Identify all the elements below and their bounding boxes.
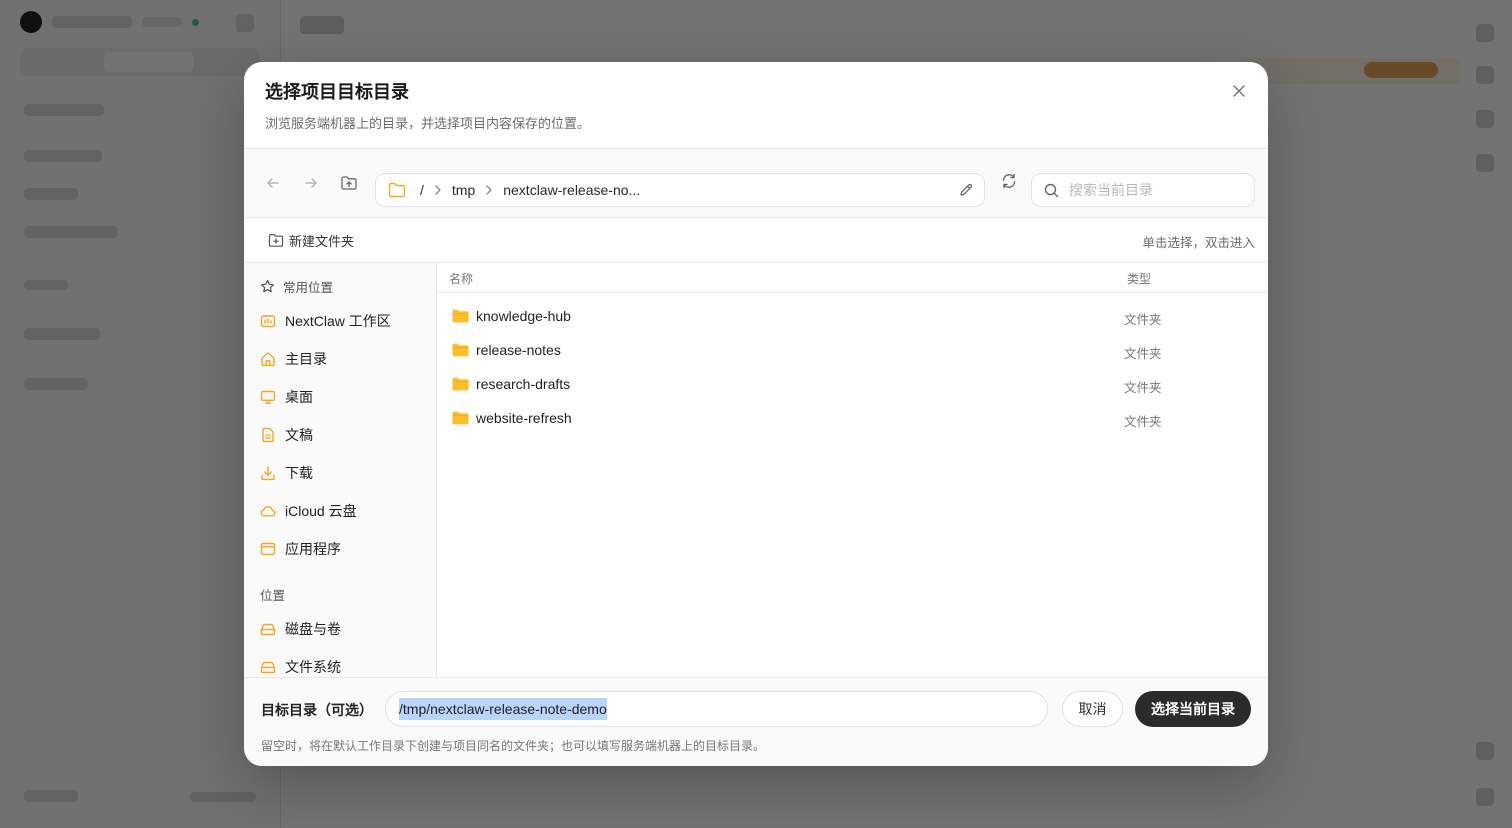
sidebar-item-label: 文件系统 (285, 659, 341, 675)
search-icon (1044, 183, 1059, 197)
desktop-icon (260, 390, 276, 404)
sidebar-item-applications[interactable]: 应用程序 (260, 536, 430, 562)
parent-folder-button[interactable] (334, 168, 364, 198)
folder-name: research-drafts (476, 376, 571, 392)
folder-name: knowledge-hub (476, 308, 571, 324)
folder-icon (388, 182, 406, 198)
folder-type: 文件夹 (1124, 313, 1162, 327)
folder-type: 文件夹 (1124, 347, 1162, 361)
list-header: 名称 类型 (437, 263, 1268, 293)
folder-plus-icon (268, 234, 284, 247)
drive-icon (260, 661, 276, 674)
dialog-header: 选择项目目标目录 浏览服务端机器上的目录，并选择项目内容保存的位置。 (244, 62, 1268, 149)
folder-type: 文件夹 (1124, 415, 1162, 429)
favorites-title: 常用位置 (283, 281, 334, 295)
forward-button[interactable] (296, 168, 326, 198)
folder-name: release-notes (476, 342, 561, 358)
select-current-directory-button[interactable]: 选择当前目录 (1135, 691, 1251, 727)
directory-list: 名称 类型 knowledge-hub 文件夹 release-notes 文件… (437, 263, 1268, 677)
breadcrumb-root[interactable]: / (420, 182, 424, 198)
close-icon (1233, 85, 1245, 97)
directory-picker-dialog: 选择项目目标目录 浏览服务端机器上的目录，并选择项目内容保存的位置。 / tmp (244, 62, 1268, 766)
arrow-right-icon (305, 178, 317, 188)
sidebar-item-desktop[interactable]: 桌面 (260, 384, 430, 410)
sidebar-item-label: 文稿 (285, 427, 313, 443)
locations-section-title: 位置 (260, 585, 285, 604)
locations-sidebar: 常用位置 NextClaw 工作区 主目录 桌面 文稿 下载 iCloud 云盘 (244, 263, 437, 677)
refresh-button[interactable] (994, 166, 1024, 196)
footer-note: 留空时，将在默认工作目录下创建与项目同名的文件夹；也可以填写服务端机器上的目标目… (261, 739, 766, 753)
applications-icon (260, 542, 276, 556)
folder-icon (452, 411, 469, 425)
drive-icon (260, 623, 276, 636)
close-button[interactable] (1230, 82, 1248, 100)
cancel-button[interactable]: 取消 (1062, 691, 1123, 727)
sidebar-item-label: 磁盘与卷 (285, 621, 341, 637)
folder-name: website-refresh (476, 410, 572, 426)
document-icon (262, 427, 274, 443)
dialog-subtitle: 浏览服务端机器上的目录，并选择项目内容保存的位置。 (265, 116, 591, 131)
refresh-icon (1002, 173, 1016, 189)
locations-title: 位置 (260, 589, 286, 603)
home-icon (261, 352, 275, 367)
workspace-icon (260, 315, 276, 328)
folder-icon (452, 377, 469, 391)
sidebar-item-downloads[interactable]: 下载 (260, 460, 430, 486)
new-folder-button[interactable]: 新建文件夹 (268, 231, 354, 250)
pencil-icon (960, 183, 973, 196)
sidebar-item-documents[interactable]: 文稿 (260, 422, 430, 448)
table-row[interactable]: website-refresh 文件夹 (437, 401, 1268, 435)
column-header-type[interactable]: 类型 (1127, 270, 1151, 287)
star-icon (261, 279, 274, 293)
breadcrumb-current[interactable]: nextclaw-release-no... (503, 182, 640, 198)
sidebar-item-home[interactable]: 主目录 (260, 346, 430, 372)
folder-icon (452, 343, 469, 357)
search-input[interactable] (1067, 181, 1241, 199)
table-row[interactable]: release-notes 文件夹 (437, 333, 1268, 367)
path-toolbar: / tmp nextclaw-release-no... (244, 149, 1268, 218)
back-button[interactable] (258, 168, 288, 198)
table-row[interactable]: knowledge-hub 文件夹 (437, 299, 1268, 333)
action-bar: 新建文件夹 单击选择，双击进入 (244, 218, 1268, 263)
folder-up-icon (341, 176, 357, 190)
table-row[interactable]: research-drafts 文件夹 (437, 367, 1268, 401)
column-header-name[interactable]: 名称 (449, 270, 473, 287)
sidebar-item-label: 应用程序 (285, 541, 341, 557)
target-directory-label: 目标目录（可选） (261, 702, 373, 718)
dialog-footer: 目标目录（可选） /tmp/nextclaw-release-note-demo… (244, 677, 1268, 766)
sidebar-item-label: NextClaw 工作区 (285, 313, 391, 329)
selection-hint: 单击选择，双击进入 (1142, 236, 1255, 250)
sidebar-item-label: 桌面 (285, 389, 313, 405)
folder-type: 文件夹 (1124, 381, 1162, 395)
download-icon (261, 466, 275, 481)
edit-path-button[interactable] (958, 182, 974, 198)
sidebar-item-label: 主目录 (285, 351, 327, 367)
arrow-left-icon (267, 178, 279, 188)
cloud-icon (260, 506, 276, 517)
chevron-right-icon (485, 185, 493, 195)
sidebar-item-workspace[interactable]: NextClaw 工作区 (260, 308, 430, 334)
sidebar-item-label: iCloud 云盘 (285, 503, 357, 519)
search-box (1031, 173, 1255, 207)
sidebar-item-icloud[interactable]: iCloud 云盘 (260, 498, 430, 524)
dialog-title: 选择项目目标目录 (265, 82, 409, 102)
breadcrumb-tmp[interactable]: tmp (452, 182, 475, 198)
path-breadcrumb-bar: / tmp nextclaw-release-no... (375, 173, 985, 207)
sidebar-item-disks[interactable]: 磁盘与卷 (260, 616, 430, 642)
sidebar-item-label: 下载 (285, 465, 313, 481)
sidebar-item-filesystem[interactable]: 文件系统 (260, 654, 430, 677)
target-directory-input[interactable] (385, 691, 1048, 727)
folder-icon (452, 309, 469, 323)
chevron-right-icon (434, 185, 442, 195)
favorites-section-title: 常用位置 (260, 277, 333, 296)
new-folder-label: 新建文件夹 (289, 234, 355, 249)
